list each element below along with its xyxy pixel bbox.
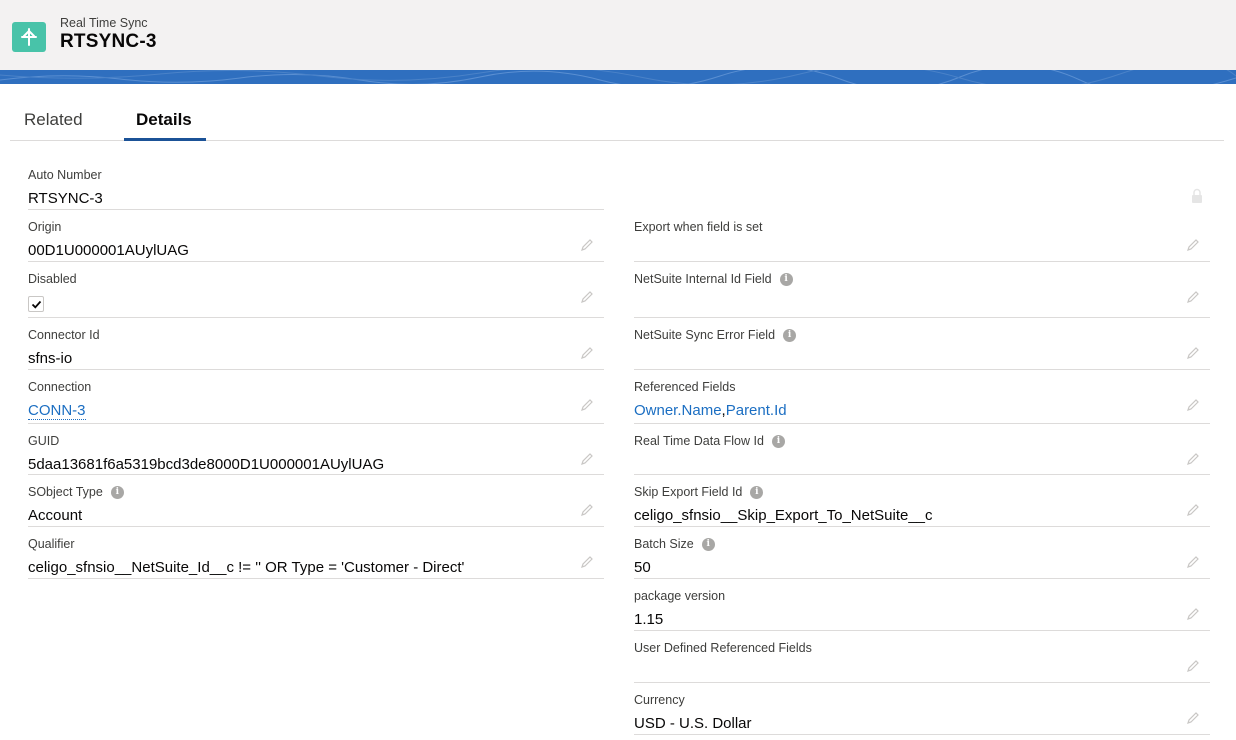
field-label: Connection [28, 380, 92, 394]
field-label-text: NetSuite Sync Error Field [634, 328, 776, 342]
field-connector-id: Connector Id sfns-io [28, 318, 604, 370]
pencil-edit-icon[interactable] [580, 452, 594, 466]
field-label: Auto Number [28, 168, 102, 182]
field-export-when-field-is-set: Export when field is set [634, 210, 1210, 262]
pencil-edit-icon[interactable] [1186, 503, 1200, 517]
field-value: Owner.Name,Parent.Id [634, 402, 787, 419]
field-label: Batch Size i [634, 537, 715, 551]
field-netsuite-internal-id: NetSuite Internal Id Field i [634, 262, 1210, 318]
field-value: celigo_sfnsio__Skip_Export_To_NetSuite__… [634, 507, 933, 524]
field-label: Connector Id [28, 328, 100, 342]
field-label: package version [634, 589, 726, 603]
lock-icon [1192, 188, 1202, 203]
field-batch-size: Batch Size i 50 [634, 527, 1210, 579]
field-label: Qualifier [28, 537, 75, 551]
pencil-edit-icon[interactable] [1186, 346, 1200, 360]
field-label: Origin [28, 220, 62, 234]
pencil-edit-icon[interactable] [1186, 659, 1200, 673]
field-label: Currency [634, 693, 685, 707]
pencil-edit-icon[interactable] [580, 398, 594, 412]
field-label: Export when field is set [634, 220, 763, 234]
field-value: celigo_sfnsio__NetSuite_Id__c != '' OR T… [28, 559, 465, 576]
field-netsuite-sync-error: NetSuite Sync Error Field i [634, 318, 1210, 370]
pencil-edit-icon[interactable] [1186, 398, 1200, 412]
field-disabled: Disabled [28, 262, 604, 318]
field-label-text: Batch Size [634, 537, 694, 551]
object-type-label: Real Time Sync [60, 16, 148, 30]
pencil-edit-icon[interactable] [580, 555, 594, 569]
field-value: RTSYNC-3 [28, 190, 103, 207]
owner-name-link[interactable]: Owner.Name [634, 402, 722, 419]
checkmark-icon [31, 300, 41, 309]
connection-link[interactable]: CONN-3 [28, 402, 86, 420]
field-value: USD - U.S. Dollar [634, 715, 752, 732]
field-currency: Currency USD - U.S. Dollar [634, 683, 1210, 735]
info-icon[interactable]: i [750, 485, 764, 499]
pencil-edit-icon[interactable] [1186, 238, 1200, 252]
field-qualifier: Qualifier celigo_sfnsio__NetSuite_Id__c … [28, 527, 604, 579]
record-header: Real Time Sync RTSYNC-3 [0, 0, 1236, 70]
info-icon[interactable]: i [701, 537, 715, 551]
pencil-edit-icon[interactable] [1186, 711, 1200, 725]
field-label-text: Skip Export Field Id [634, 485, 743, 499]
field-label: Real Time Data Flow Id i [634, 434, 785, 448]
pencil-edit-icon[interactable] [580, 238, 594, 252]
field-guid: GUID 5daa13681f6a5319bcd3de8000D1U000001… [28, 424, 604, 475]
record-title: RTSYNC-3 [60, 31, 157, 52]
tab-related[interactable]: Related [24, 110, 83, 130]
real-time-sync-app-icon [12, 22, 46, 52]
tab-bar: Related Details [10, 84, 1224, 141]
field-label: Skip Export Field Id i [634, 485, 764, 499]
pencil-edit-icon[interactable] [580, 290, 594, 304]
pencil-edit-icon[interactable] [1186, 607, 1200, 621]
header-banner [0, 70, 1236, 84]
field-value: 00D1U000001AUylUAG [28, 242, 189, 259]
field-value: 5daa13681f6a5319bcd3de8000D1U000001AUylU… [28, 456, 385, 473]
field-origin: Origin 00D1U000001AUylUAG [28, 210, 604, 262]
field-value: 50 [634, 559, 651, 576]
pencil-edit-icon[interactable] [1186, 555, 1200, 569]
disabled-checkbox [28, 296, 44, 312]
field-label: GUID [28, 434, 60, 448]
field-label-text: NetSuite Internal Id Field [634, 272, 772, 286]
field-value: sfns-io [28, 350, 73, 367]
pencil-edit-icon[interactable] [1186, 452, 1200, 466]
field-user-defined-referenced-fields: User Defined Referenced Fields [634, 631, 1210, 683]
field-label: NetSuite Sync Error Field i [634, 328, 797, 342]
field-label: User Defined Referenced Fields [634, 641, 812, 655]
field-value: 1.15 [634, 611, 664, 628]
field-value: Account [28, 507, 83, 524]
field-value: CONN-3 [28, 402, 86, 420]
field-sobject-type: SObject Type i Account [28, 475, 604, 527]
active-tab-indicator [124, 138, 206, 141]
info-icon[interactable]: i [779, 272, 793, 286]
field-connection: Connection CONN-3 [28, 370, 604, 424]
info-icon[interactable]: i [771, 434, 785, 448]
pencil-edit-icon[interactable] [1186, 290, 1200, 304]
field-label: NetSuite Internal Id Field i [634, 272, 793, 286]
info-icon[interactable]: i [110, 485, 124, 499]
field-skip-export-field-id: Skip Export Field Id i celigo_sfnsio__Ski… [634, 475, 1210, 527]
pencil-edit-icon[interactable] [580, 346, 594, 360]
field-referenced-fields: Referenced Fields Owner.Name,Parent.Id [634, 370, 1210, 424]
field-label-text: Real Time Data Flow Id [634, 434, 764, 448]
tab-details[interactable]: Details [136, 110, 192, 130]
field-auto-number: Auto Number RTSYNC-3 [28, 158, 604, 210]
field-label: Disabled [28, 272, 77, 286]
field-package-version: package version 1.15 [634, 579, 1210, 631]
info-icon[interactable]: i [783, 328, 797, 342]
field-real-time-data-flow-id: Real Time Data Flow Id i [634, 424, 1210, 475]
pencil-edit-icon[interactable] [580, 503, 594, 517]
field-label: Referenced Fields [634, 380, 736, 394]
parent-id-link[interactable]: Parent.Id [726, 402, 787, 419]
field-label-text: SObject Type [28, 485, 103, 499]
field-label: SObject Type i [28, 485, 124, 499]
